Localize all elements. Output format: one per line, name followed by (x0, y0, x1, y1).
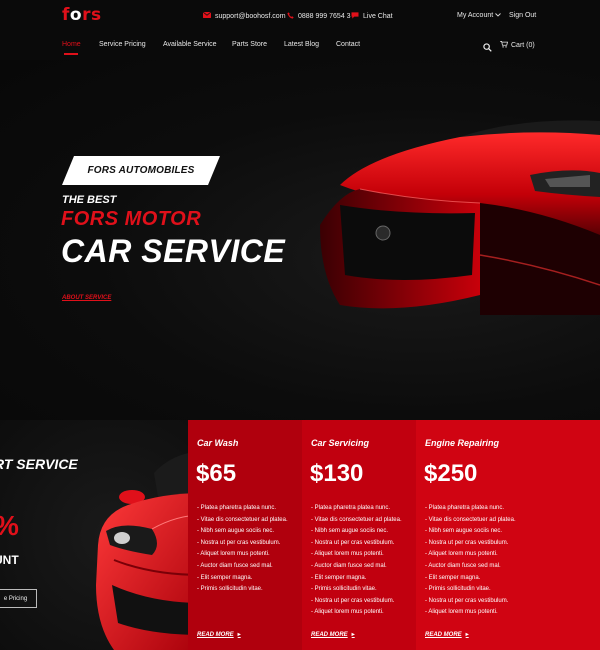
envelope-icon (202, 11, 212, 20)
about-service-link[interactable]: ABOUT SERVICE (62, 295, 111, 301)
pricing-card-engine-repairing: Engine Repairing $250 - Platea pharetra … (416, 420, 600, 650)
feature-item: - Aliquet lorem mus potenti. (311, 551, 384, 558)
feature-item: - Aliquet lorem mus potenti. (425, 609, 498, 616)
feature-item: - Elit semper magna. (311, 574, 367, 581)
hero-badge: FORS AUTOMOBILES (62, 156, 220, 185)
feature-item: - Nostra ut per cras vestibulum. (197, 539, 281, 546)
sign-out-link[interactable]: Sign Out (509, 12, 536, 19)
logo[interactable]: fors (62, 5, 102, 25)
chevron-down-icon (495, 12, 502, 19)
arrow-right-icon: ▸ (351, 632, 355, 638)
card-price: $250 (424, 460, 478, 487)
nav-contact[interactable]: Contact (336, 41, 360, 48)
read-more-label: READ MORE (425, 631, 462, 638)
sports-car-image (96, 451, 202, 650)
hero-badge-text: FORS AUTOMOBILES (87, 165, 195, 176)
card-price: $130 (310, 460, 364, 487)
feature-item: - Platea pharetra platea nunc. (197, 505, 277, 511)
hero-eyebrow: THE BEST (62, 194, 117, 206)
card-price: $65 (196, 460, 237, 487)
feature-item: - Nibh sem augue sociis nec. (311, 528, 389, 535)
feature-item: - Auctor diam fusce sed mal. (311, 562, 387, 569)
read-more-label: READ MORE (197, 631, 234, 638)
feature-item: - Nostra ut per cras vestibulum. (311, 597, 395, 604)
contact-email-text: support@boohosf.com (215, 12, 286, 20)
feature-item: - Primis sollicitudin vitae. (311, 586, 377, 593)
hero-title-red: FORS MOTOR (61, 208, 202, 230)
nav-latest-blog[interactable]: Latest Blog (284, 41, 319, 48)
services-section: RT SERVICE % UNT e Pricing (0, 420, 600, 650)
feature-item: - Nostra ut per cras vestibulum. (425, 539, 509, 546)
feature-item: - Aliquet lorem mus potenti. (311, 609, 384, 616)
cart-button[interactable]: Cart (0) (500, 41, 535, 50)
feature-item: - Nibh sem augue sociis nec. (425, 528, 503, 535)
hero-car-image (320, 120, 600, 315)
services-intro: RT SERVICE % UNT e Pricing (0, 420, 202, 650)
feature-item: - Aliquet lorem mus potenti. (425, 551, 498, 558)
contact-phone-text: 0888 999 7654 3 (298, 13, 351, 20)
phone-icon (287, 12, 294, 21)
read-more-link[interactable]: READ MORE ▸ (311, 631, 355, 639)
feature-item: - Aliquet lorem mus potenti. (197, 551, 270, 558)
my-account-label: My Account (457, 12, 494, 19)
live-chat-link[interactable]: Live Chat (351, 12, 393, 21)
feature-item: - Auctor diam fusce sed mal. (425, 562, 501, 569)
card-title: Engine Repairing (425, 438, 500, 448)
hero-title-white: CAR SERVICE (61, 233, 286, 269)
read-more-label: READ MORE (311, 631, 348, 638)
card-features: - Platea pharetra platea nunc. - Vitae d… (197, 503, 288, 596)
feature-item: - Auctor diam fusce sed mal. (197, 562, 273, 569)
pricing-card-car-servicing: Car Servicing $130 - Platea pharetra pla… (302, 420, 416, 650)
contact-email[interactable]: support@boohosf.com (202, 11, 286, 20)
chat-icon (351, 12, 359, 21)
arrow-right-icon: ▸ (237, 632, 241, 638)
search-icon[interactable] (483, 39, 493, 52)
nav-service-pricing[interactable]: Service Pricing (99, 41, 146, 48)
contact-phone[interactable]: 0888 999 7654 3 (287, 12, 351, 21)
pricing-cards: Car Wash $65 - Platea pharetra platea nu… (188, 420, 600, 650)
card-features: - Platea pharetra platea nunc. - Vitae d… (311, 503, 402, 619)
feature-item: - Primis sollicitudin vitae. (197, 586, 263, 593)
feature-item: - Platea pharetra platea nunc. (311, 505, 391, 511)
feature-item: - Vitae dis consectetuer ad platea. (425, 516, 516, 523)
read-more-link[interactable]: READ MORE ▸ (425, 631, 469, 639)
feature-item: - Elit semper magna. (197, 574, 253, 581)
arrow-right-icon: ▸ (465, 632, 469, 638)
feature-item: - Vitae dis consectetuer ad platea. (197, 516, 288, 523)
my-account-dropdown[interactable]: My Account (457, 12, 502, 19)
nav-home[interactable]: Home (62, 41, 81, 55)
main-nav: Home Service Pricing Available Service P… (0, 32, 600, 60)
nav-parts-store[interactable]: Parts Store (232, 41, 267, 48)
hero-section: FORS AUTOMOBILES THE BEST FORS MOTOR CAR… (0, 60, 600, 420)
card-title: Car Wash (197, 438, 239, 448)
pricing-card-car-wash: Car Wash $65 - Platea pharetra platea nu… (188, 420, 302, 650)
cart-label: Cart (0) (511, 42, 535, 49)
cart-icon (500, 41, 508, 50)
services-heading: RT SERVICE (0, 456, 78, 472)
read-more-link[interactable]: READ MORE ▸ (197, 631, 241, 639)
discount-percent: % (0, 510, 19, 542)
card-title: Car Servicing (311, 438, 370, 448)
nav-available-service[interactable]: Available Service (163, 41, 217, 48)
feature-item: - Primis sollicitudin vitae. (425, 586, 491, 593)
feature-item: - Nibh sem augue sociis nec. (197, 528, 275, 535)
live-chat-text: Live Chat (363, 13, 393, 20)
feature-item: - Vitae dis consectetuer ad platea. (311, 516, 402, 523)
feature-item: - Nostra ut per cras vestibulum. (425, 597, 509, 604)
feature-item: - Elit semper magna. (425, 574, 481, 581)
card-features: - Platea pharetra platea nunc. - Vitae d… (425, 503, 516, 619)
feature-item: - Nostra ut per cras vestibulum. (311, 539, 395, 546)
feature-item: - Platea pharetra platea nunc. (425, 505, 505, 511)
service-pricing-button[interactable]: e Pricing (0, 589, 37, 608)
discount-label: UNT (0, 553, 19, 567)
top-bar: fors support@boohosf.com 0888 999 7654 3… (0, 0, 600, 32)
